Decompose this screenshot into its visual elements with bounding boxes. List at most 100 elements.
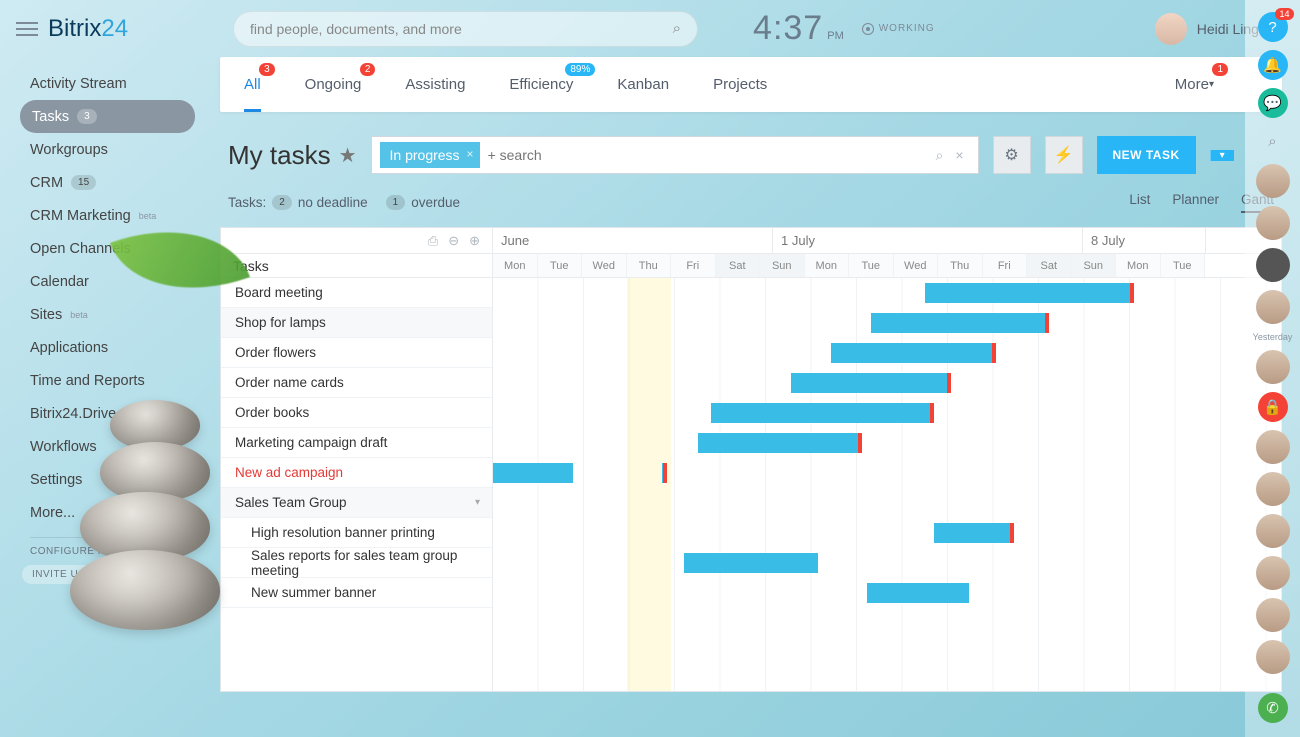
contact-avatar[interactable] [1256,164,1290,198]
no-deadline-count[interactable]: 2 [272,195,292,210]
sidebar-item-tasks[interactable]: Tasks3 [20,100,195,133]
gantt-bar[interactable] [684,553,818,573]
gantt-bar[interactable] [791,373,951,393]
zoom-out-icon[interactable]: ⊖ [448,233,459,249]
tab-all[interactable]: All3 [244,57,261,112]
phone-button[interactable]: ✆ [1258,693,1288,723]
filter-box[interactable]: In progress× ⌕ × [371,136,979,174]
zoom-in-icon[interactable]: ⊕ [469,233,480,249]
work-status[interactable]: WORKING [862,23,935,35]
overdue-link[interactable]: overdue [411,195,460,210]
overdue-count[interactable]: 1 [386,195,406,210]
notifications-button[interactable]: 🔔 [1258,50,1288,80]
day-header: Mon [805,254,850,277]
settings-button[interactable]: ⚙ [993,136,1031,174]
tab-assisting[interactable]: Assisting [405,57,465,112]
tab-efficiency[interactable]: Efficiency89% [509,57,573,112]
sidebar-item-crm[interactable]: CRM15 [0,166,220,199]
gantt-chart: ⎙ ⊖ ⊕ June1 July8 July Tasks MonTueWedTh… [220,227,1282,692]
view-planner[interactable]: Planner [1172,192,1219,213]
search-icon: ⌕ [1268,133,1276,150]
gantt-bar[interactable] [831,343,996,363]
contact-avatar[interactable] [1256,598,1290,632]
sidebar-item-applications[interactable]: Applications [0,331,220,364]
clear-filter-icon[interactable]: × [955,147,963,163]
task-row[interactable]: Board meeting [221,278,492,308]
gantt-bar[interactable] [711,403,934,423]
task-row[interactable]: Order books [221,398,492,428]
logo[interactable]: Bitrix24 [48,15,128,43]
right-rail: ?14 🔔 💬 ⌕ Yesterday 🔒 ✆ [1245,0,1300,737]
task-row[interactable]: Sales reports for sales team group meeti… [221,548,492,578]
automation-button[interactable]: ⚡ [1045,136,1083,174]
global-search[interactable]: ⌕ [233,11,698,47]
task-row[interactable]: Shop for lamps [221,308,492,338]
task-row[interactable]: Order name cards [221,368,492,398]
contact-avatar[interactable] [1256,206,1290,240]
task-row[interactable]: New ad campaign [221,458,492,488]
day-header: Sat [1027,254,1072,277]
sidebar-item-workgroups[interactable]: Workgroups [0,133,220,166]
help-button[interactable]: ?14 [1258,12,1288,42]
task-row[interactable]: Marketing campaign draft [221,428,492,458]
filter-input[interactable] [488,147,930,163]
sidebar-item-time-and-reports[interactable]: Time and Reports [0,364,220,397]
search-icon[interactable]: ⌕ [935,147,943,164]
contact-avatar[interactable] [1256,248,1290,282]
contact-avatar[interactable] [1256,556,1290,590]
task-row[interactable]: Order flowers [221,338,492,368]
chip-close-icon[interactable]: × [467,147,474,161]
chevron-down-icon[interactable]: ▾ [475,497,480,508]
lock-button[interactable]: 🔒 [1258,392,1288,422]
count-badge: 15 [71,175,96,190]
clock-ampm: PM [827,30,844,42]
subbar-label: Tasks: [228,195,266,210]
new-task-dropdown[interactable]: ▾ [1210,150,1234,161]
page-title: My tasks ★ [228,140,357,171]
no-deadline-link[interactable]: no deadline [298,195,368,210]
tasks-column-header: Tasks [221,254,493,277]
gantt-bar[interactable] [934,523,1014,543]
contact-avatar[interactable] [1256,290,1290,324]
task-row[interactable]: New summer banner [221,578,492,608]
contact-avatar[interactable] [1256,430,1290,464]
print-icon[interactable]: ⎙ [428,233,438,249]
gantt-bar[interactable] [871,313,1049,333]
tab-ongoing[interactable]: Ongoing2 [305,57,362,112]
contact-avatar[interactable] [1256,472,1290,506]
day-header: Sat [716,254,761,277]
tab-projects[interactable]: Projects [713,57,767,112]
global-search-input[interactable] [250,21,673,37]
new-task-button[interactable]: NEW TASK [1097,136,1196,174]
view-list[interactable]: List [1129,192,1150,213]
day-header: Fri [671,254,716,277]
sidebar-item-sites[interactable]: Sitesbeta [0,298,220,331]
task-group-row[interactable]: Sales Team Group▾ [221,488,492,518]
gantt-bar[interactable] [493,463,573,483]
sidebar-item-crm-marketing[interactable]: CRM Marketingbeta [0,199,220,232]
contact-avatar[interactable] [1256,640,1290,674]
sidebar-item-activity-stream[interactable]: Activity Stream [0,67,220,100]
record-icon [862,23,874,35]
gantt-bar[interactable] [662,463,667,483]
tab-more[interactable]: More ▾1 [1175,57,1214,112]
filter-chip[interactable]: In progress× [380,142,480,168]
clock-time: 4:37 [753,9,823,48]
menu-toggle[interactable] [16,18,38,40]
rail-search-button[interactable]: ⌕ [1258,126,1288,156]
star-icon[interactable]: ★ [339,143,357,168]
day-header: Mon [493,254,538,277]
gantt-bar[interactable] [867,583,969,603]
gantt-bar[interactable] [925,283,1134,303]
search-icon[interactable]: ⌕ [673,20,681,37]
tab-kanban[interactable]: Kanban [617,57,669,112]
contact-avatar[interactable] [1256,514,1290,548]
gantt-bar[interactable] [698,433,863,453]
chat-button[interactable]: 💬 [1258,88,1288,118]
tab-badge: 2 [360,63,376,76]
month-header: 1 July [773,228,1083,253]
task-row[interactable]: High resolution banner printing [221,518,492,548]
contact-avatar[interactable] [1256,350,1290,384]
day-header: Thu [627,254,672,277]
month-header: June [493,228,773,253]
